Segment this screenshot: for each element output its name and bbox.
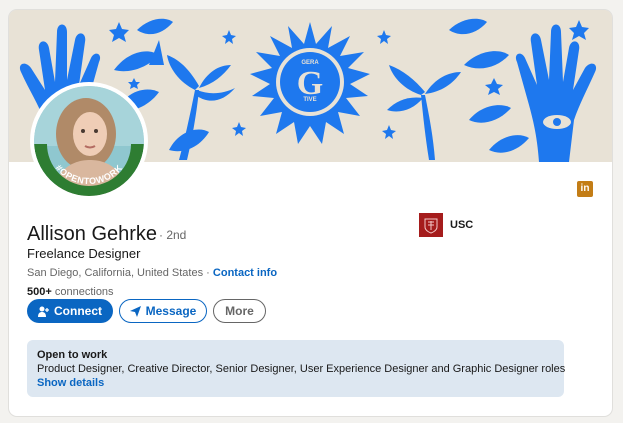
profile-headline: Freelance Designer	[27, 246, 141, 261]
open-to-work-title: Open to work	[37, 349, 108, 361]
contact-info-link[interactable]: Contact info	[213, 267, 277, 279]
connect-button[interactable]: Connect	[27, 299, 113, 323]
profile-name: Allison Gehrke	[27, 223, 158, 245]
education-label: USC	[450, 219, 474, 231]
connections-count[interactable]: 500+ connections	[27, 286, 114, 298]
profile-location: San Diego, California, United States	[27, 267, 204, 279]
connect-label: Connect	[54, 304, 102, 318]
linkedin-icon[interactable]: in	[577, 181, 593, 197]
profile-avatar[interactable]: #OPENTOWORK	[30, 82, 148, 200]
add-person-icon	[38, 306, 49, 317]
message-label: Message	[145, 304, 197, 318]
banner-logo-letter: G	[297, 65, 323, 102]
open-to-work-card: Open to work Product Designer, Creative …	[27, 340, 566, 397]
education-entry[interactable]: USC	[419, 213, 473, 237]
connections-number: 500+	[27, 286, 52, 298]
profile-card: GERA TIVE G #OPENTOWORK in Allison Gehrk…	[9, 10, 612, 416]
location-separator: ·	[206, 267, 210, 279]
connections-label: connections	[54, 286, 114, 298]
more-label: More	[225, 304, 254, 318]
avatar: #OPENTOWORK	[34, 86, 144, 196]
more-button[interactable]: More	[213, 299, 266, 323]
connection-degree: · 2nd	[159, 228, 187, 242]
message-button[interactable]: Message	[119, 299, 207, 323]
show-details-link[interactable]: Show details	[37, 377, 554, 389]
send-icon	[129, 305, 141, 317]
usc-logo-icon	[419, 213, 443, 237]
open-to-work-roles: Product Designer, Creative Director, Sen…	[37, 363, 566, 375]
location-line: San Diego, California, United States · C…	[27, 267, 277, 279]
